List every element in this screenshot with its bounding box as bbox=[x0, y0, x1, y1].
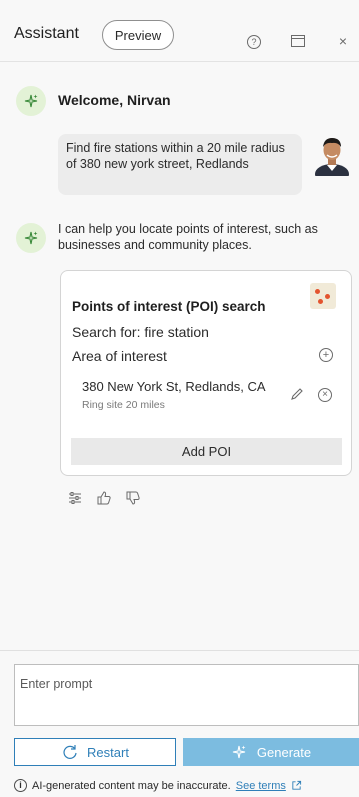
help-icon[interactable]: ? bbox=[247, 35, 261, 49]
panel-header: Assistant Preview ? × bbox=[0, 8, 359, 62]
restart-label: Restart bbox=[87, 744, 129, 760]
sparkle-icon bbox=[24, 94, 38, 108]
disclaimer-text: AI-generated content may be inaccurate. bbox=[32, 779, 231, 792]
prompt-placeholder: Enter prompt bbox=[20, 677, 93, 691]
preview-badge: Preview bbox=[102, 20, 174, 50]
add-area-icon[interactable]: + bbox=[319, 348, 333, 362]
sparkle-icon bbox=[232, 745, 246, 759]
close-icon[interactable]: × bbox=[336, 33, 350, 49]
settings-sliders-icon[interactable] bbox=[67, 490, 83, 506]
edit-pencil-icon[interactable] bbox=[289, 386, 305, 402]
see-terms-link[interactable]: See terms bbox=[236, 780, 286, 792]
generate-label: Generate bbox=[256, 744, 312, 760]
remove-area-icon[interactable]: × bbox=[318, 388, 332, 402]
assistant-avatar bbox=[16, 86, 46, 116]
poi-search-card: Points of interest (POI) search Search f… bbox=[60, 270, 352, 476]
prompt-input[interactable]: Enter prompt bbox=[14, 664, 359, 726]
area-ring: Ring site 20 miles bbox=[82, 399, 165, 411]
welcome-heading: Welcome, Nirvan bbox=[58, 92, 171, 108]
thumbs-down-icon[interactable] bbox=[125, 490, 141, 506]
assistant-panel: Assistant Preview ? × Welcome, Nirvan Fi… bbox=[0, 0, 359, 797]
area-address: 380 New York St, Redlands, CA bbox=[82, 379, 266, 394]
panel-title: Assistant bbox=[14, 25, 79, 42]
generate-button[interactable]: Generate bbox=[183, 738, 359, 766]
info-icon: i bbox=[14, 779, 27, 792]
add-poi-button[interactable]: Add POI bbox=[71, 438, 342, 465]
disclaimer: i AI-generated content may be inaccurate… bbox=[14, 779, 302, 792]
user-avatar bbox=[315, 138, 349, 176]
restart-button[interactable]: Restart bbox=[14, 738, 176, 766]
dock-panel-icon[interactable] bbox=[291, 35, 305, 47]
search-for-label: Search for: fire station bbox=[72, 324, 209, 340]
footer-divider bbox=[0, 650, 359, 651]
assistant-message: I can help you locate points of interest… bbox=[58, 222, 318, 252]
area-of-interest-label: Area of interest bbox=[72, 348, 167, 364]
user-message: Find fire stations within a 20 mile radi… bbox=[58, 134, 302, 195]
assistant-avatar bbox=[16, 223, 46, 253]
poi-card-title: Points of interest (POI) search bbox=[72, 299, 266, 314]
poi-map-icon bbox=[310, 283, 336, 309]
refresh-icon bbox=[63, 745, 77, 759]
sparkle-icon bbox=[24, 231, 38, 245]
thumbs-up-icon[interactable] bbox=[96, 490, 112, 506]
external-link-icon[interactable] bbox=[291, 780, 302, 791]
